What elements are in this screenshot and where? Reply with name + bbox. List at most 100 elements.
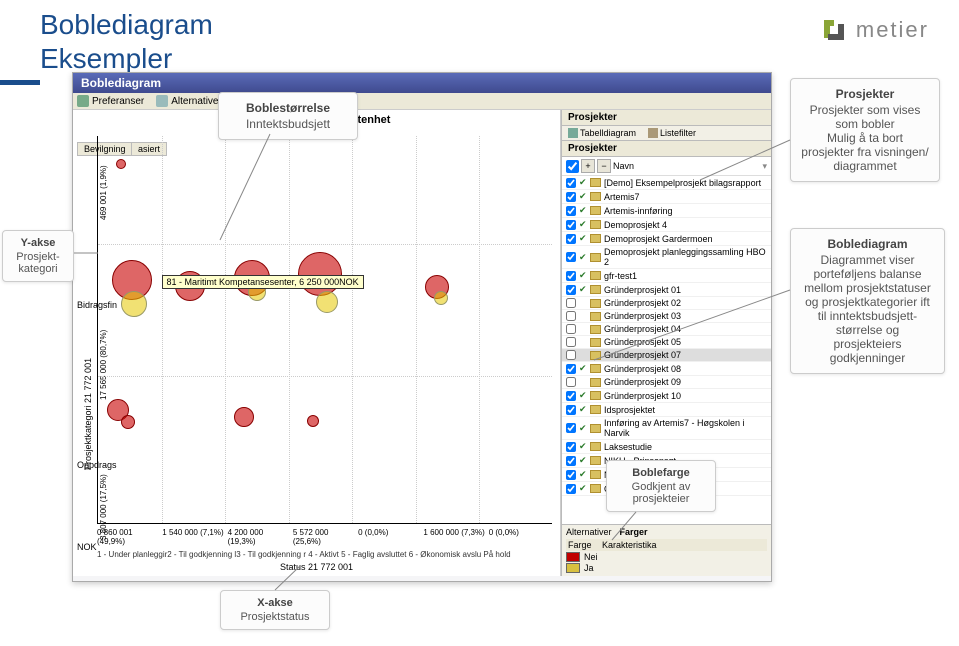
- callout-xakse: X-akse Prosjektstatus: [220, 590, 330, 630]
- project-checkbox[interactable]: [566, 252, 576, 262]
- nav-column-label: Navn: [613, 161, 634, 171]
- bubble-chart[interactable]: 81 - Maritimt Kompetansesenter, 6 250 00…: [97, 136, 552, 524]
- bubble[interactable]: [434, 291, 448, 305]
- folder-icon: [590, 220, 601, 229]
- check-icon: ✔: [579, 441, 587, 452]
- project-checkbox[interactable]: [566, 324, 576, 334]
- project-checkbox[interactable]: [566, 391, 576, 401]
- project-checkbox[interactable]: [566, 442, 576, 452]
- toolbar-alternativer[interactable]: Alternativer: [156, 95, 222, 107]
- project-row[interactable]: Gründerprosjekt 09: [562, 376, 771, 389]
- check-icon: ✔: [579, 455, 587, 466]
- project-name: [Demo] Eksempelprosjekt bilagsrapport: [604, 178, 761, 188]
- bubble[interactable]: [307, 415, 319, 427]
- project-row[interactable]: ✔Gründerprosjekt 01: [562, 283, 771, 297]
- project-name: Innføring av Artemis7 - Høgskolen i Narv…: [604, 418, 767, 438]
- project-checkbox[interactable]: [566, 206, 576, 216]
- project-row[interactable]: ✔Gründerprosjekt 10: [562, 389, 771, 403]
- folder-icon: [590, 391, 601, 400]
- bubble-tooltip: 81 - Maritimt Kompetansesenter, 6 250 00…: [162, 275, 364, 289]
- project-row[interactable]: ✔Idsprosjektet: [562, 403, 771, 417]
- bubble[interactable]: [316, 291, 338, 313]
- accent-bar: [0, 80, 40, 85]
- tab-listefilter[interactable]: Listefilter: [642, 126, 702, 140]
- project-name: Laksestudie: [604, 442, 652, 452]
- project-checkbox[interactable]: [566, 220, 576, 230]
- project-name: Gründerprosjekt 10: [604, 391, 681, 401]
- check-icon: ✔: [579, 469, 587, 480]
- project-checkbox[interactable]: [566, 337, 576, 347]
- project-checkbox[interactable]: [566, 377, 576, 387]
- folder-icon: [590, 470, 601, 479]
- bubble[interactable]: [234, 407, 254, 427]
- chart-panel: Livssyklus vs Budsjettenhet Bevilgning a…: [73, 110, 561, 576]
- bubble[interactable]: [116, 159, 126, 169]
- project-checkbox[interactable]: [566, 311, 576, 321]
- toolbar-preferanser[interactable]: Preferanser: [77, 95, 144, 107]
- project-checkbox[interactable]: [566, 350, 576, 360]
- tab-farger[interactable]: Farger: [620, 527, 648, 537]
- project-checkbox[interactable]: [566, 298, 576, 308]
- project-checkbox[interactable]: [566, 178, 576, 188]
- project-row[interactable]: ✔Innføring av Artemis7 - Høgskolen i Nar…: [562, 417, 771, 440]
- project-checkbox[interactable]: [566, 405, 576, 415]
- legend-col-karakter: Karakteristika: [602, 540, 657, 550]
- logo-text: metier: [856, 17, 929, 43]
- sort-indicator-icon[interactable]: ▾: [762, 161, 767, 172]
- project-row[interactable]: ✔Demoprosjekt planleggingssamling HBO 2: [562, 246, 771, 269]
- project-row[interactable]: ✔Artemis-innføring: [562, 204, 771, 218]
- nav-plus-button[interactable]: +: [581, 159, 595, 173]
- project-row[interactable]: ✔gfr-test1: [562, 269, 771, 283]
- project-name: Gründerprosjekt 07: [604, 350, 681, 360]
- project-name: Gründerprosjekt 04: [604, 324, 681, 334]
- project-name: Gründerprosjekt 08: [604, 364, 681, 374]
- tab-tabelldiagram[interactable]: Tabelldiagram: [562, 126, 642, 140]
- brand-logo: metier: [820, 16, 929, 44]
- folder-icon: [590, 456, 601, 465]
- nav-minus-button[interactable]: −: [597, 159, 611, 173]
- project-row[interactable]: Gründerprosjekt 03: [562, 310, 771, 323]
- sidepanel-tab-prosjekter[interactable]: Prosjekter: [562, 110, 771, 126]
- folder-icon: [590, 364, 601, 373]
- project-name: Artemis7: [604, 192, 640, 202]
- folder-icon: [590, 299, 601, 308]
- project-row[interactable]: ✔[Demo] Eksempelprosjekt bilagsrapport: [562, 176, 771, 190]
- project-row[interactable]: ✔Gründerprosjekt 08: [562, 362, 771, 376]
- tab-alternativer[interactable]: Alternativer: [566, 527, 612, 537]
- x-tick-labels: 0 860 001 (49,9%)1 540 000 (7,1%)4 200 0…: [73, 526, 560, 548]
- folder-icon: [590, 405, 601, 414]
- bubble[interactable]: [121, 291, 147, 317]
- project-row[interactable]: Gründerprosjekt 04: [562, 323, 771, 336]
- legend-row-nei[interactable]: Nei: [566, 552, 767, 562]
- nav-controls: + − Navn ▾: [562, 157, 771, 176]
- project-checkbox[interactable]: [566, 423, 576, 433]
- sidepanel-subhead: Prosjekter: [562, 141, 771, 157]
- project-checkbox[interactable]: [566, 234, 576, 244]
- select-all-checkbox[interactable]: [566, 160, 579, 173]
- project-row[interactable]: Gründerprosjekt 05: [562, 336, 771, 349]
- folder-icon: [590, 285, 601, 294]
- folder-icon: [590, 271, 601, 280]
- project-checkbox[interactable]: [566, 285, 576, 295]
- legend-row-ja[interactable]: Ja: [566, 563, 767, 573]
- project-row[interactable]: Gründerprosjekt 02: [562, 297, 771, 310]
- bubble[interactable]: [298, 252, 342, 296]
- project-name: Gründerprosjekt 09: [604, 377, 681, 387]
- project-name: Demoprosjekt 4: [604, 220, 667, 230]
- project-row[interactable]: Gründerprosjekt 07: [562, 349, 771, 362]
- project-row[interactable]: ✔Demoprosjekt 4: [562, 218, 771, 232]
- bubble[interactable]: [121, 415, 135, 429]
- callout-boblestorrelse: Boblestørrelse Inntektsbudsjett: [218, 92, 358, 140]
- project-checkbox[interactable]: [566, 470, 576, 480]
- project-checkbox[interactable]: [566, 192, 576, 202]
- project-checkbox[interactable]: [566, 456, 576, 466]
- project-checkbox[interactable]: [566, 364, 576, 374]
- x-status-labels: 1 - Under planleggir2 - Til godkjenning …: [73, 548, 560, 561]
- project-row[interactable]: ✔Demoprosjekt Gardermoen: [562, 232, 771, 246]
- project-row[interactable]: ✔ Laksestudie: [562, 440, 771, 454]
- project-checkbox[interactable]: [566, 271, 576, 281]
- project-checkbox[interactable]: [566, 484, 576, 494]
- project-row[interactable]: ✔Artemis7: [562, 190, 771, 204]
- folder-icon: [590, 192, 601, 201]
- project-name: Demoprosjekt Gardermoen: [604, 234, 713, 244]
